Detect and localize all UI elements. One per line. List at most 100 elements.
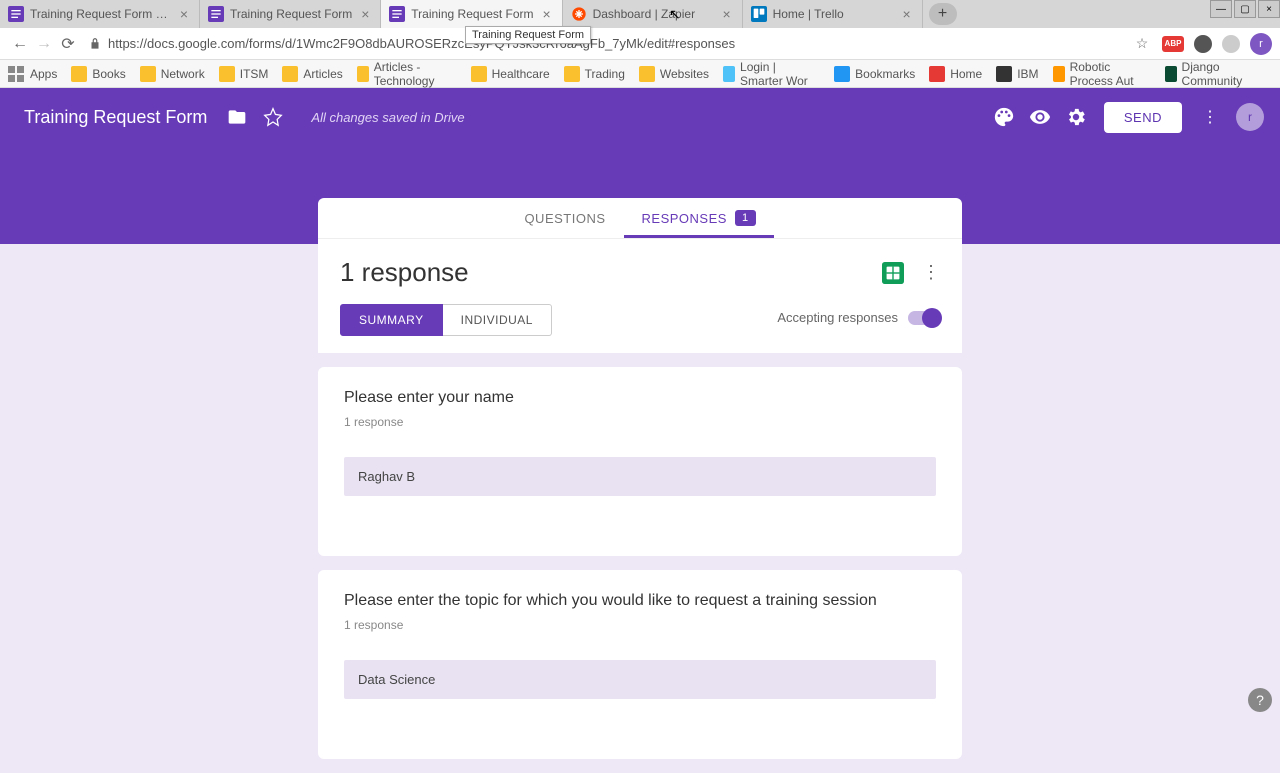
close-icon[interactable]: × — [358, 7, 372, 21]
folder-icon[interactable] — [225, 105, 249, 129]
folder-icon — [140, 66, 156, 82]
page-icon — [996, 66, 1012, 82]
page-icon — [1165, 66, 1177, 82]
bookmark-network[interactable]: Network — [140, 66, 205, 82]
tab-tooltip: Training Request Form — [465, 26, 591, 44]
abp-extension-icon[interactable]: ABP — [1162, 36, 1184, 52]
page-icon — [1053, 66, 1065, 82]
browser-tab-strip: Training Request Form - Google × Trainin… — [0, 0, 1280, 28]
bookmark-ibm[interactable]: IBM — [996, 66, 1038, 82]
zapier-icon — [571, 6, 587, 22]
sheets-icon[interactable] — [882, 262, 904, 284]
answer-value: Raghav B — [344, 457, 936, 496]
star-bookmark-icon[interactable]: ☆ — [1132, 34, 1152, 54]
question-card-1: Please enter the topic for which you wou… — [318, 570, 962, 759]
browser-tab-2[interactable]: Training Request Form × — [381, 0, 562, 28]
question-response-count: 1 response — [344, 415, 936, 429]
folder-icon — [564, 66, 580, 82]
page-icon — [723, 66, 735, 82]
bookmark-home[interactable]: Home — [929, 66, 982, 82]
bookmarks-bar: Apps Books Network ITSM Articles Article… — [0, 60, 1280, 88]
folder-icon — [357, 66, 369, 82]
bookmark-bookmarks[interactable]: Bookmarks — [834, 66, 915, 82]
question-title: Please enter your name — [344, 389, 936, 407]
trello-icon — [751, 6, 767, 22]
star-icon — [834, 66, 850, 82]
lock-icon — [88, 37, 102, 51]
user-avatar[interactable]: r — [1236, 103, 1264, 131]
browser-tab-3[interactable]: Dashboard | Zapier × — [563, 0, 743, 28]
palette-icon[interactable] — [992, 105, 1016, 129]
star-icon[interactable] — [261, 105, 285, 129]
tab-title: Home | Trello — [773, 7, 894, 21]
bookmark-articles-tech[interactable]: Articles - Technology — [357, 60, 457, 88]
forward-button[interactable]: → — [32, 32, 56, 56]
tab-title: Training Request Form — [411, 7, 533, 21]
bookmark-websites[interactable]: Websites — [639, 66, 709, 82]
tab-title: Training Request Form - Google — [30, 7, 171, 21]
url-input[interactable]: https://docs.google.com/forms/d/1Wmc2F9O… — [88, 32, 1124, 56]
forms-icon — [208, 6, 224, 22]
bookmark-login[interactable]: Login | Smarter Wor — [723, 60, 820, 88]
folder-icon — [71, 66, 87, 82]
individual-toggle[interactable]: INDIVIDUAL — [443, 304, 552, 336]
reload-button[interactable]: ⟳ — [56, 32, 80, 56]
more-menu-icon[interactable]: ⋮ — [1198, 105, 1222, 129]
close-window-button[interactable]: × — [1258, 0, 1280, 18]
more-options-icon[interactable]: ⋮ — [922, 262, 940, 283]
extension-icon-2[interactable] — [1222, 35, 1240, 53]
tab-questions[interactable]: QUESTIONS — [506, 198, 623, 238]
responses-summary-card: 1 response ⋮ SUMMARY INDIVIDUAL Acceptin… — [318, 238, 962, 353]
apps-button[interactable]: Apps — [8, 66, 57, 82]
close-icon[interactable]: × — [720, 7, 734, 21]
close-icon[interactable]: × — [177, 7, 191, 21]
preview-icon[interactable] — [1028, 105, 1052, 129]
help-button[interactable]: ? — [1248, 688, 1272, 712]
extension-icon-1[interactable] — [1194, 35, 1212, 53]
response-count: 1 response — [340, 257, 882, 288]
minimize-button[interactable]: — — [1210, 0, 1232, 18]
responses-badge: 1 — [735, 210, 756, 226]
close-icon[interactable]: × — [540, 7, 554, 21]
window-controls: — ▢ × — [1208, 0, 1280, 18]
forms-icon — [389, 6, 405, 22]
question-card-0: Please enter your name 1 response Raghav… — [318, 367, 962, 556]
tab-responses[interactable]: RESPONSES 1 — [624, 198, 774, 238]
summary-toggle[interactable]: SUMMARY — [340, 304, 443, 336]
folder-icon — [471, 66, 487, 82]
accepting-label: Accepting responses — [777, 310, 898, 325]
settings-icon[interactable] — [1064, 105, 1088, 129]
main-content: QUESTIONS RESPONSES 1 1 response ⋮ SUMMA… — [318, 198, 962, 773]
answer-value: Data Science — [344, 660, 936, 699]
close-icon[interactable]: × — [900, 7, 914, 21]
form-title[interactable]: Training Request Form — [24, 107, 207, 128]
folder-icon — [219, 66, 235, 82]
bookmark-trading[interactable]: Trading — [564, 66, 625, 82]
bookmark-healthcare[interactable]: Healthcare — [471, 66, 550, 82]
browser-tab-0[interactable]: Training Request Form - Google × — [0, 0, 200, 28]
tab-title: Dashboard | Zapier — [593, 7, 714, 21]
profile-avatar[interactable]: r — [1250, 33, 1272, 55]
address-bar-row: ← → ⟳ https://docs.google.com/forms/d/1W… — [0, 28, 1280, 60]
accepting-toggle[interactable] — [908, 311, 940, 325]
new-tab-button[interactable]: + — [929, 3, 957, 25]
form-tabs: QUESTIONS RESPONSES 1 — [318, 198, 962, 238]
folder-icon — [639, 66, 655, 82]
bookmark-django[interactable]: Django Community — [1165, 60, 1258, 88]
save-status: All changes saved in Drive — [311, 110, 464, 125]
tab-title: Training Request Form — [230, 7, 352, 21]
send-button[interactable]: SEND — [1104, 102, 1182, 133]
browser-tab-1[interactable]: Training Request Form × — [200, 0, 381, 28]
bookmark-articles[interactable]: Articles — [282, 66, 342, 82]
browser-tab-4[interactable]: Home | Trello × — [743, 0, 923, 28]
url-text: https://docs.google.com/forms/d/1Wmc2F9O… — [108, 36, 735, 51]
folder-icon — [282, 66, 298, 82]
bookmark-rpa[interactable]: Robotic Process Aut — [1053, 60, 1151, 88]
bookmark-books[interactable]: Books — [71, 66, 125, 82]
bookmark-itsm[interactable]: ITSM — [219, 66, 269, 82]
page-icon — [929, 66, 945, 82]
question-response-count: 1 response — [344, 618, 936, 632]
maximize-button[interactable]: ▢ — [1234, 0, 1256, 18]
back-button[interactable]: ← — [8, 32, 32, 56]
apps-grid-icon — [8, 66, 24, 82]
